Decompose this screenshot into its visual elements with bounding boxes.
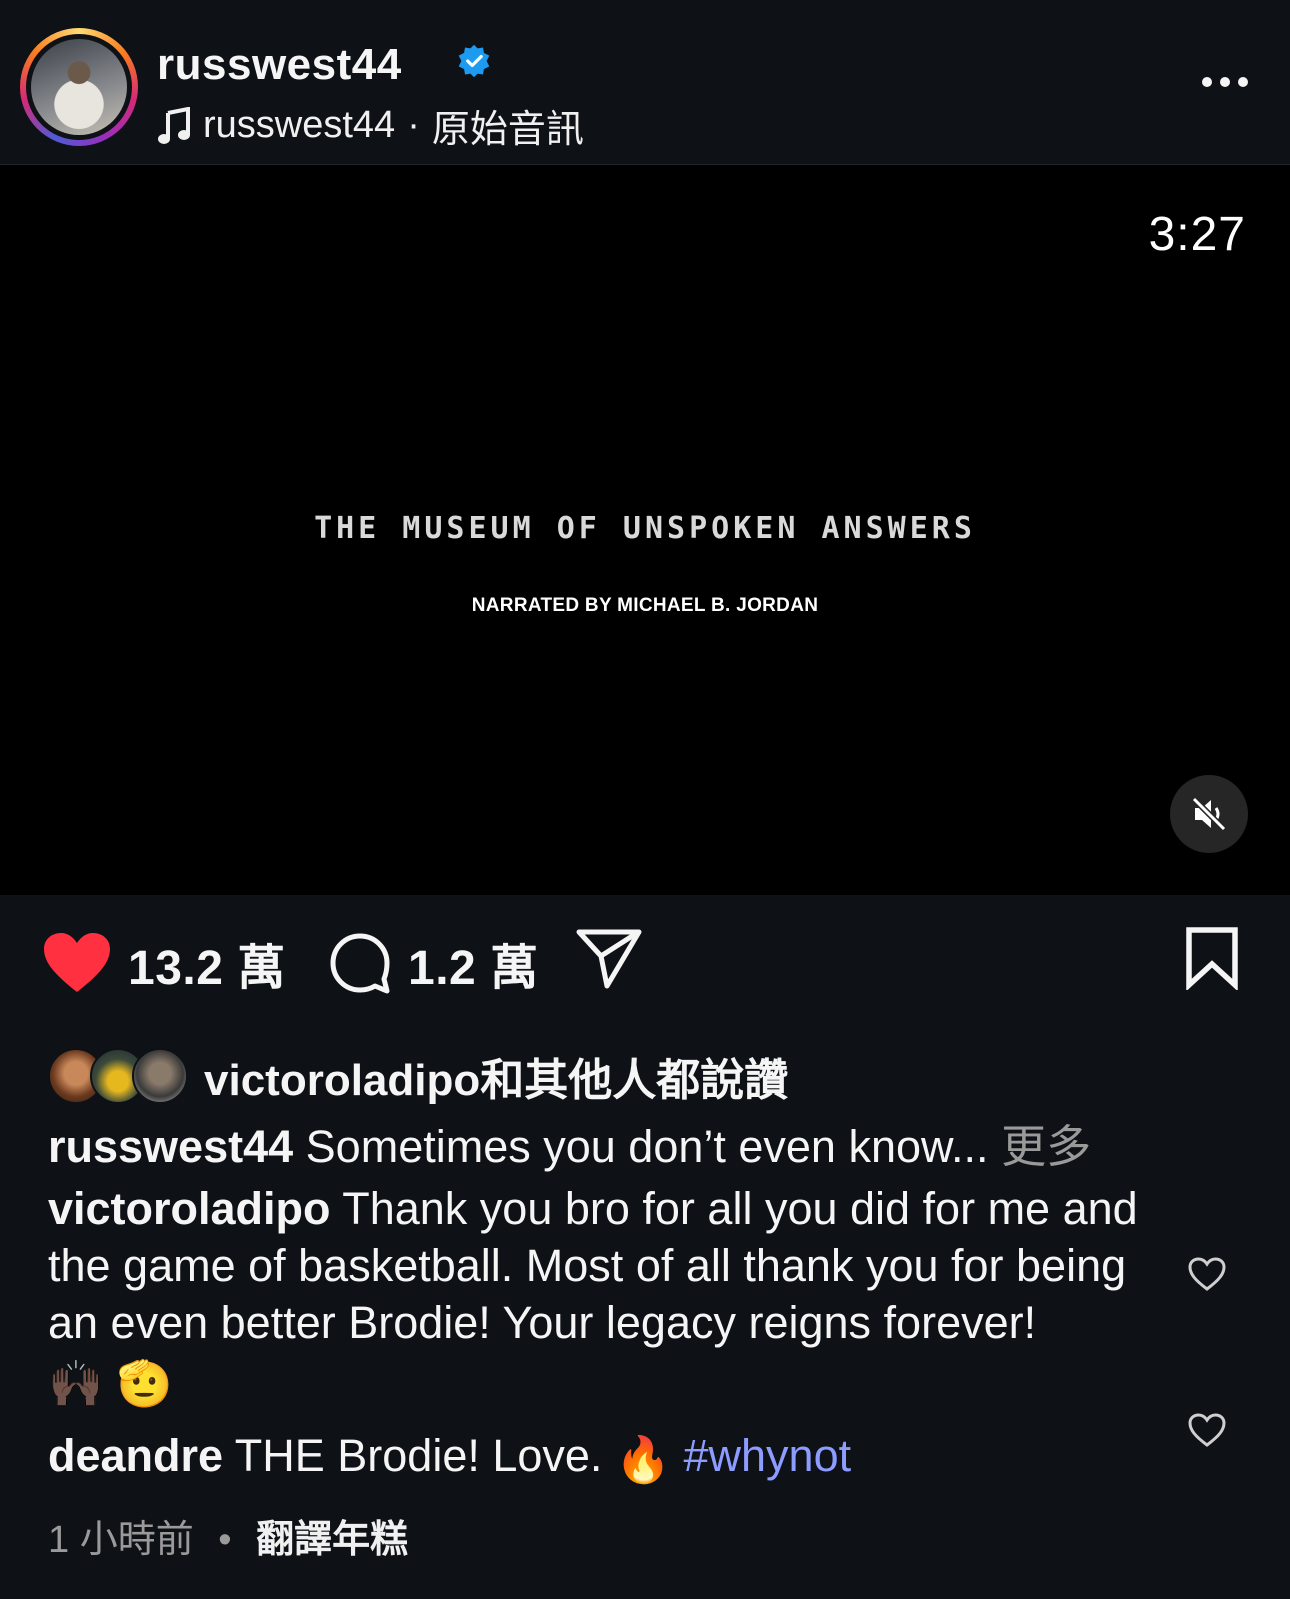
post-header: russwest44 russwest44 · 原始音訊 xyxy=(0,0,1290,165)
liked-by-row[interactable]: victoroladipo和其他人都說讚 xyxy=(48,1044,788,1108)
comment-emoji: 🙌🏿 🫡 xyxy=(48,1357,173,1409)
comment-count: 1.2 萬 xyxy=(408,942,539,995)
music-note-icon xyxy=(158,106,190,144)
caption-more-link[interactable]: 更多 xyxy=(1001,1121,1091,1172)
audio-separator: · xyxy=(407,104,420,146)
comment-emoji: 🔥 xyxy=(614,1433,671,1485)
more-options-icon[interactable] xyxy=(1200,70,1250,94)
mute-button[interactable] xyxy=(1170,775,1248,853)
video-title-card: THE MUSEUM OF UNSPOKEN ANSWERS xyxy=(314,511,976,546)
comment: deandre THE Brodie! Love. 🔥 #whynot xyxy=(48,1430,851,1486)
liker-username[interactable]: victoroladipo xyxy=(204,1056,480,1105)
speaker-muted-icon xyxy=(1191,796,1227,832)
audio-user: russwest44 xyxy=(203,104,396,146)
video-player[interactable]: 3:27 THE MUSEUM OF UNSPOKEN ANSWERS NARR… xyxy=(0,165,1290,895)
like-button[interactable]: 13.2 萬 xyxy=(42,928,286,998)
caption-text: Sometimes you don’t even know... xyxy=(305,1121,989,1172)
action-bar: 13.2 萬 1.2 萬 xyxy=(0,927,1290,1000)
username[interactable]: russwest44 xyxy=(157,40,402,90)
post-caption: russwest44 Sometimes you don’t even know… xyxy=(48,1110,1091,1175)
audio-label: 原始音訊 xyxy=(431,109,584,151)
heart-filled-icon xyxy=(44,933,110,992)
comment-hashtag[interactable]: #whynot xyxy=(684,1430,852,1481)
post-timestamp: 1 小時前 xyxy=(48,1519,194,1561)
liked-by-suffix: 和其他人都說讚 xyxy=(480,1056,789,1105)
comment-bubble-icon xyxy=(330,933,390,994)
bookmark-icon xyxy=(1186,927,1238,990)
like-count: 13.2 萬 xyxy=(128,942,286,995)
verified-badge-icon xyxy=(458,44,490,78)
caption-username[interactable]: russwest44 xyxy=(48,1121,293,1172)
avatar-image xyxy=(31,39,127,135)
video-duration: 3:27 xyxy=(1148,208,1246,261)
comment-like-heart-icon[interactable] xyxy=(1187,1256,1227,1292)
share-button[interactable] xyxy=(575,926,643,990)
avatar[interactable] xyxy=(20,28,138,146)
post-meta: 1 小時前 • 翻譯年糕 xyxy=(48,1508,408,1563)
liker-avatar xyxy=(132,1048,188,1104)
comment-username[interactable]: victoroladipo xyxy=(48,1183,331,1234)
comment-button[interactable]: 1.2 萬 xyxy=(328,928,539,998)
audio-link[interactable]: russwest44 · 原始音訊 xyxy=(157,98,584,153)
comment-text: THE Brodie! Love. xyxy=(234,1430,603,1481)
video-subtitle: NARRATED BY MICHAEL B. JORDAN xyxy=(471,595,819,616)
comment-like-heart-icon[interactable] xyxy=(1187,1412,1227,1448)
save-button[interactable] xyxy=(1184,926,1240,990)
send-icon xyxy=(576,929,642,989)
comment: victoroladipo Thank you bro for all you … xyxy=(48,1180,1168,1412)
meta-separator: • xyxy=(218,1519,232,1561)
comment-username[interactable]: deandre xyxy=(48,1430,223,1481)
translate-link[interactable]: 翻譯年糕 xyxy=(256,1519,408,1561)
